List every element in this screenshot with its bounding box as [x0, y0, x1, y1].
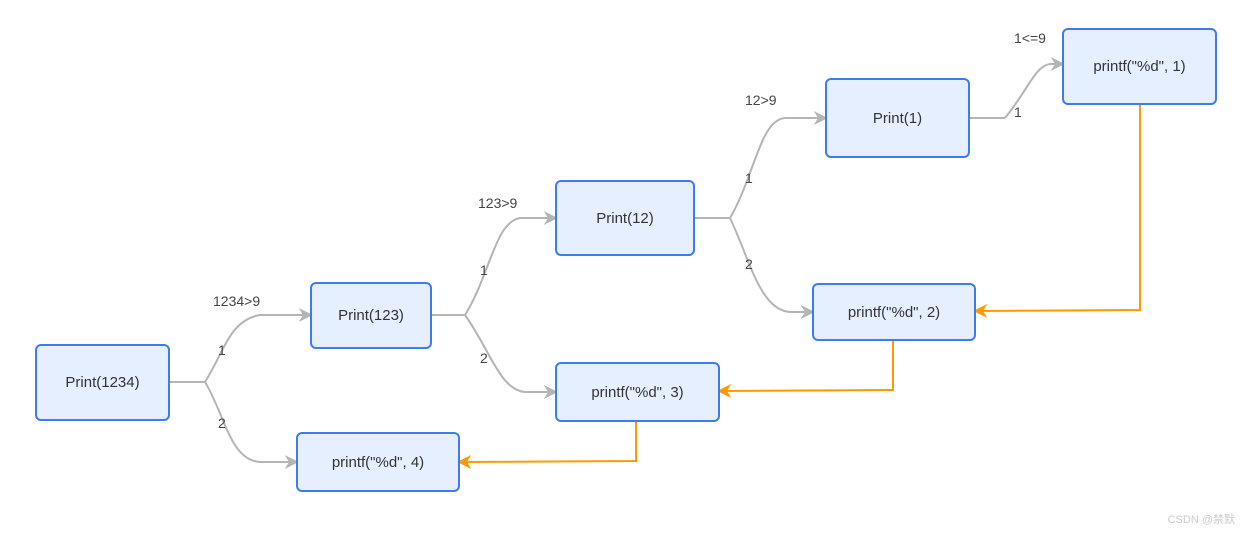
edge-label-cond-123: 123>9	[478, 195, 517, 211]
node-print-1: Print(1)	[825, 78, 970, 158]
node-label: Print(1)	[873, 110, 922, 127]
edge-label-branch-2b: 2	[480, 350, 488, 366]
edge-label-branch-4: 1	[1014, 104, 1022, 120]
edge-label-cond-1: 1<=9	[1014, 30, 1046, 46]
node-label: printf("%d", 4)	[332, 454, 424, 471]
node-print-123: Print(123)	[310, 282, 432, 349]
edge-label-branch-1a: 1	[218, 342, 226, 358]
node-label: Print(123)	[338, 307, 404, 324]
node-printf-2: printf("%d", 2)	[812, 283, 976, 341]
edge-label-branch-3b: 2	[745, 256, 753, 272]
node-label: Print(1234)	[65, 374, 139, 391]
node-print-1234: Print(1234)	[35, 344, 170, 421]
node-printf-1: printf("%d", 1)	[1062, 28, 1217, 105]
watermark-text: CSDN @禁默	[1168, 511, 1235, 527]
edge-label-branch-3a: 1	[745, 170, 753, 186]
edge-label-cond-1234: 1234>9	[213, 293, 260, 309]
edge-label-branch-1b: 2	[218, 415, 226, 431]
node-label: Print(12)	[596, 210, 654, 227]
edge-label-branch-2a: 1	[480, 262, 488, 278]
edge-label-cond-12: 12>9	[745, 92, 777, 108]
node-label: printf("%d", 3)	[591, 384, 683, 401]
node-print-12: Print(12)	[555, 180, 695, 256]
node-printf-3: printf("%d", 3)	[555, 362, 720, 422]
node-label: printf("%d", 2)	[848, 304, 940, 321]
node-printf-4: printf("%d", 4)	[296, 432, 460, 492]
edges-layer	[0, 0, 1247, 533]
node-label: printf("%d", 1)	[1093, 58, 1185, 75]
